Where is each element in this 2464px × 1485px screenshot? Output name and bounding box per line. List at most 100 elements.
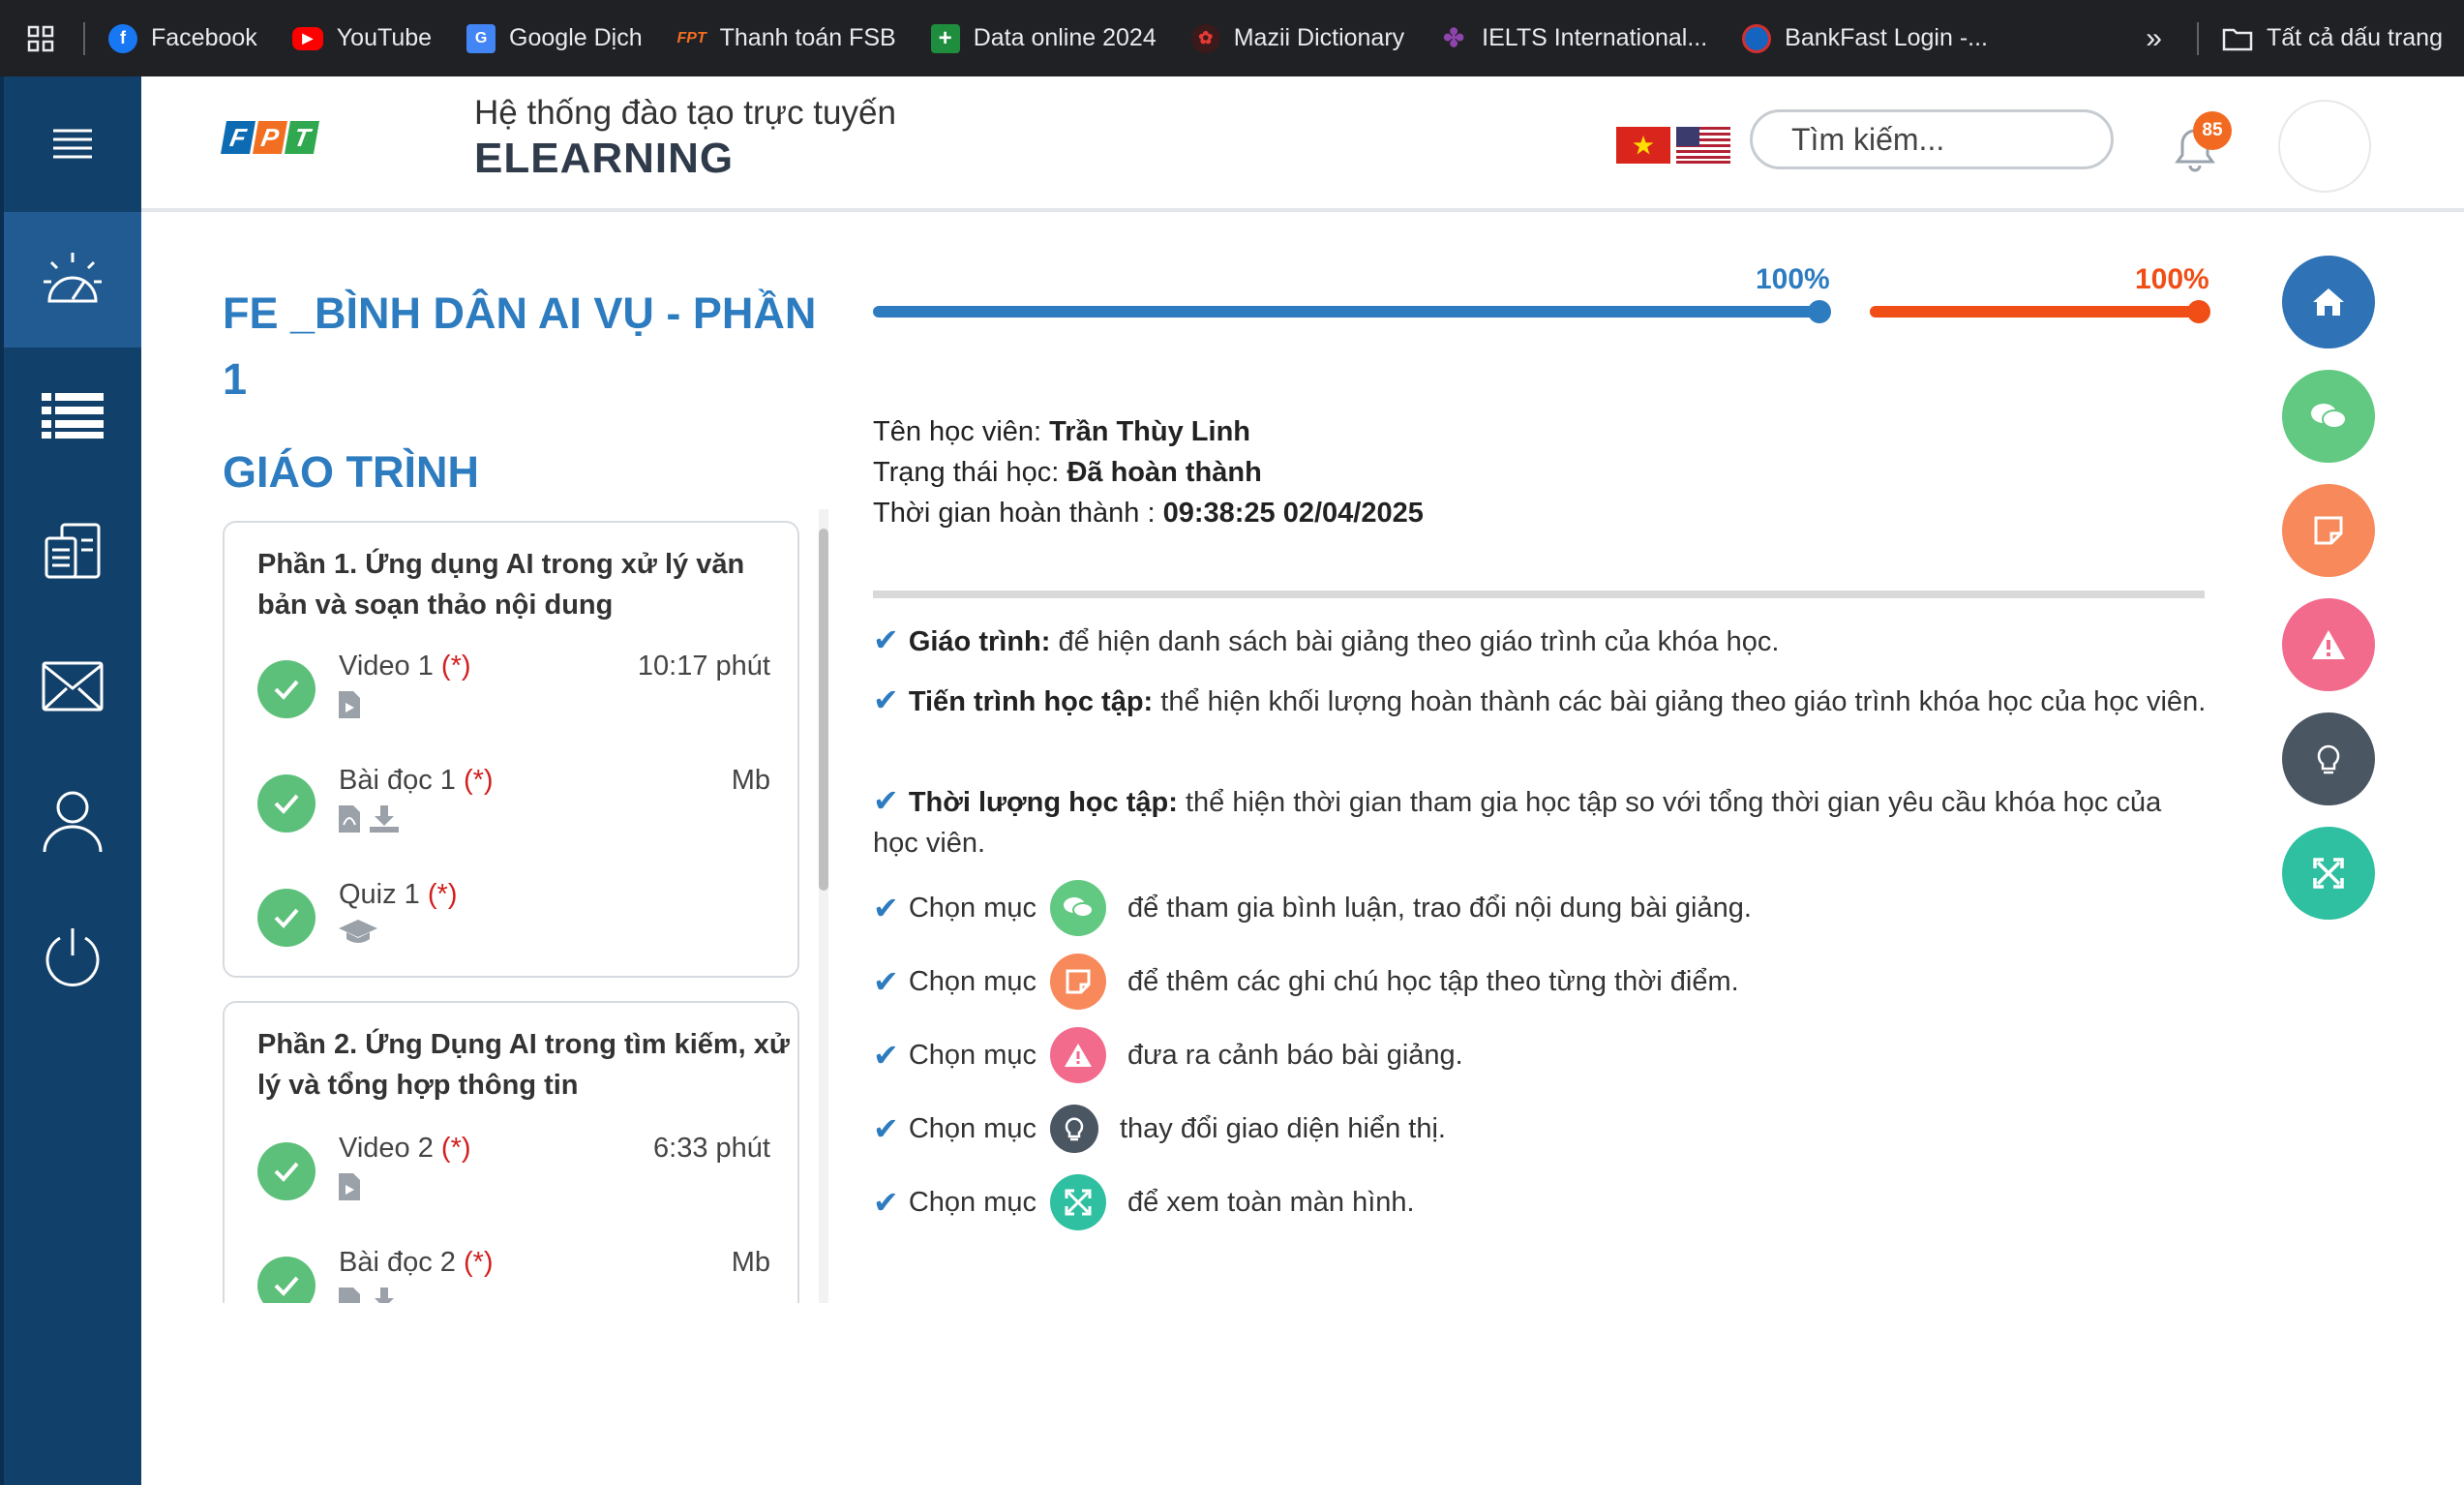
- learning-progress-label: 100%: [1756, 263, 1830, 295]
- guide-theme: ✔ Chọn mục thay đổi giao diện hiển thị.: [873, 1100, 1446, 1158]
- lesson-duration: 10:17 phút: [637, 651, 770, 682]
- sidebar-item-documents[interactable]: [4, 483, 141, 619]
- folder-icon: [2222, 26, 2253, 51]
- dashboard-gauge-icon: [44, 253, 102, 303]
- completed-check-icon: [257, 889, 316, 947]
- sidebar-item-dashboard[interactable]: [4, 212, 141, 348]
- bookmark-data-online[interactable]: + Data online 2024: [930, 23, 1157, 53]
- note-icon: [1049, 954, 1106, 1010]
- fullscreen-button[interactable]: [2282, 827, 2375, 920]
- course-title: FE _BÌNH DÂN AI VỤ - PHẦN 1: [223, 288, 817, 404]
- lesson-name: Bài đọc 2 (*): [339, 1247, 494, 1278]
- section-title: Phần 2. Ứng Dụng AI trong tìm kiếm, xử l…: [257, 1029, 790, 1101]
- lesson-item[interactable]: Quiz 1 (*): [257, 879, 770, 966]
- fpt-logo[interactable]: F P T: [221, 121, 319, 154]
- time-progress-bar: [1870, 300, 2210, 323]
- student-name-row: Tên học viên: Trần Thùy Linh: [873, 416, 1251, 447]
- bookmark-fsb[interactable]: FPT Thanh toán FSB: [677, 24, 896, 53]
- lesson-name: Video 2 (*): [339, 1133, 471, 1164]
- completed-check-icon: [257, 1142, 316, 1200]
- download-icon[interactable]: [370, 1288, 399, 1303]
- bookmark-ielts[interactable]: ✤ IELTS International...: [1439, 23, 1708, 53]
- theme-button[interactable]: [2282, 712, 2375, 805]
- checkmark-icon: ✔: [873, 964, 899, 999]
- section-title: Phần 1. Ứng dụng AI trong xử lý văn bản …: [257, 549, 745, 621]
- bookmark-facebook[interactable]: f Facebook: [108, 23, 257, 53]
- checkmark-icon: ✔: [873, 1185, 899, 1220]
- time-progress-knob: [2187, 300, 2210, 323]
- search-input[interactable]: Tìm kiếm...: [1750, 109, 2114, 169]
- guide-duration: ✔ Thời lượng học tập: thể hiện thời gian …: [873, 783, 2162, 859]
- google-translate-icon: G: [466, 23, 496, 53]
- us-flag-icon[interactable]: [1676, 127, 1730, 164]
- logo-letter: T: [285, 121, 319, 154]
- home-icon: [2313, 288, 2344, 316]
- lesson-item[interactable]: Bài đọc 1 (*) Mb: [257, 765, 770, 852]
- completed-check-icon: [257, 1257, 316, 1303]
- lesson-size: Mb: [731, 1247, 770, 1278]
- warning-button[interactable]: [2282, 598, 2375, 691]
- sidebar: [0, 76, 141, 1485]
- graduation-cap-icon: [339, 920, 377, 943]
- vietnamese-flag-icon[interactable]: [1616, 127, 1670, 164]
- bookmark-bankfast[interactable]: BankFast Login -...: [1742, 23, 1988, 53]
- comment-icon: [2311, 404, 2347, 429]
- bookmark-mazii[interactable]: ✿ Mazii Dictionary: [1190, 23, 1405, 53]
- bookmark-label: IELTS International...: [1482, 24, 1708, 51]
- download-icon[interactable]: [370, 805, 399, 833]
- bookmark-label: YouTube: [336, 24, 433, 51]
- site-subtitle: Hệ thống đào tạo trực tuyến: [474, 94, 896, 132]
- fullscreen-icon: [2313, 858, 2344, 889]
- logo-letter: F: [221, 121, 255, 154]
- lesson-duration: 6:33 phút: [653, 1133, 770, 1164]
- study-status: Đã hoàn thành: [1067, 457, 1262, 488]
- section-card: Phần 2. Ứng Dụng AI trong tìm kiếm, xử l…: [223, 1001, 799, 1303]
- fullscreen-icon: [1049, 1174, 1106, 1230]
- user-icon: [43, 791, 103, 853]
- bookmarks-separator: [2196, 21, 2199, 55]
- checkmark-icon: ✔: [873, 682, 899, 717]
- lesson-item[interactable]: Bài đọc 2 (*) Mb: [257, 1247, 770, 1303]
- checkmark-icon: ✔: [873, 622, 899, 657]
- bookmark-youtube[interactable]: ▶ YouTube: [291, 24, 433, 52]
- syllabus-scrollbar-thumb[interactable]: [819, 529, 828, 891]
- facebook-icon: f: [108, 23, 137, 53]
- bookmark-label: Google Dịch: [509, 24, 643, 51]
- all-bookmarks-button[interactable]: Tất cả dấu trang: [2222, 24, 2443, 52]
- student-name: Trần Thùy Linh: [1049, 416, 1251, 447]
- note-button[interactable]: [2282, 484, 2375, 577]
- comment-icon: [1049, 880, 1106, 936]
- sidebar-item-messages[interactable]: [4, 619, 141, 754]
- video-file-icon: [339, 1173, 360, 1200]
- warning-icon: [1049, 1027, 1106, 1083]
- lesson-item[interactable]: Video 1 (*) 10:17 phút: [257, 651, 770, 738]
- mazii-icon: ✿: [1190, 23, 1220, 53]
- guide-syllabus: ✔ Giáo trình: để hiện danh sách bài giảng…: [873, 622, 1780, 657]
- checkmark-icon: ✔: [873, 891, 899, 925]
- logo-letter: P: [253, 121, 287, 154]
- lesson-item[interactable]: Video 2 (*) 6:33 phút: [257, 1133, 770, 1220]
- documents-icon: [45, 523, 101, 579]
- divider: [873, 591, 2205, 598]
- avatar[interactable]: [2278, 100, 2371, 193]
- logout-button[interactable]: [4, 890, 141, 1025]
- bookmark-google-translate[interactable]: G Google Dịch: [466, 23, 643, 53]
- guide-progress: ✔ Tiến trình học tập: thể hiện khối lượng…: [873, 682, 2207, 717]
- guide-comment: ✔ Chọn mục để tham gia bình luận, trao đổ…: [873, 879, 1752, 937]
- bookmark-label: Mazii Dictionary: [1233, 24, 1405, 51]
- more-bookmarks-button[interactable]: »: [2146, 22, 2162, 55]
- comment-button[interactable]: [2282, 370, 2375, 463]
- menu-toggle-button[interactable]: [4, 76, 141, 212]
- sidebar-item-courses[interactable]: [4, 348, 141, 483]
- home-button[interactable]: [2282, 256, 2375, 349]
- site-header: F P T Hệ thống đào tạo trực tuyến ELEARN…: [141, 76, 2464, 212]
- youtube-icon: ▶: [291, 26, 323, 50]
- completion-time-row: Thời gian hoàn thành : 09:38:25 02/04/20…: [873, 498, 1424, 529]
- learning-progress-bar: [873, 300, 1831, 323]
- ielts-icon: ✤: [1443, 23, 1465, 52]
- sidebar-item-profile[interactable]: [4, 754, 141, 890]
- guide-fullscreen: ✔ Chọn mục để xem toàn màn hình.: [873, 1173, 1415, 1231]
- apps-grid-icon[interactable]: [21, 19, 60, 58]
- sheets-icon: +: [930, 23, 960, 53]
- bookmark-label: Thanh toán FSB: [719, 24, 896, 51]
